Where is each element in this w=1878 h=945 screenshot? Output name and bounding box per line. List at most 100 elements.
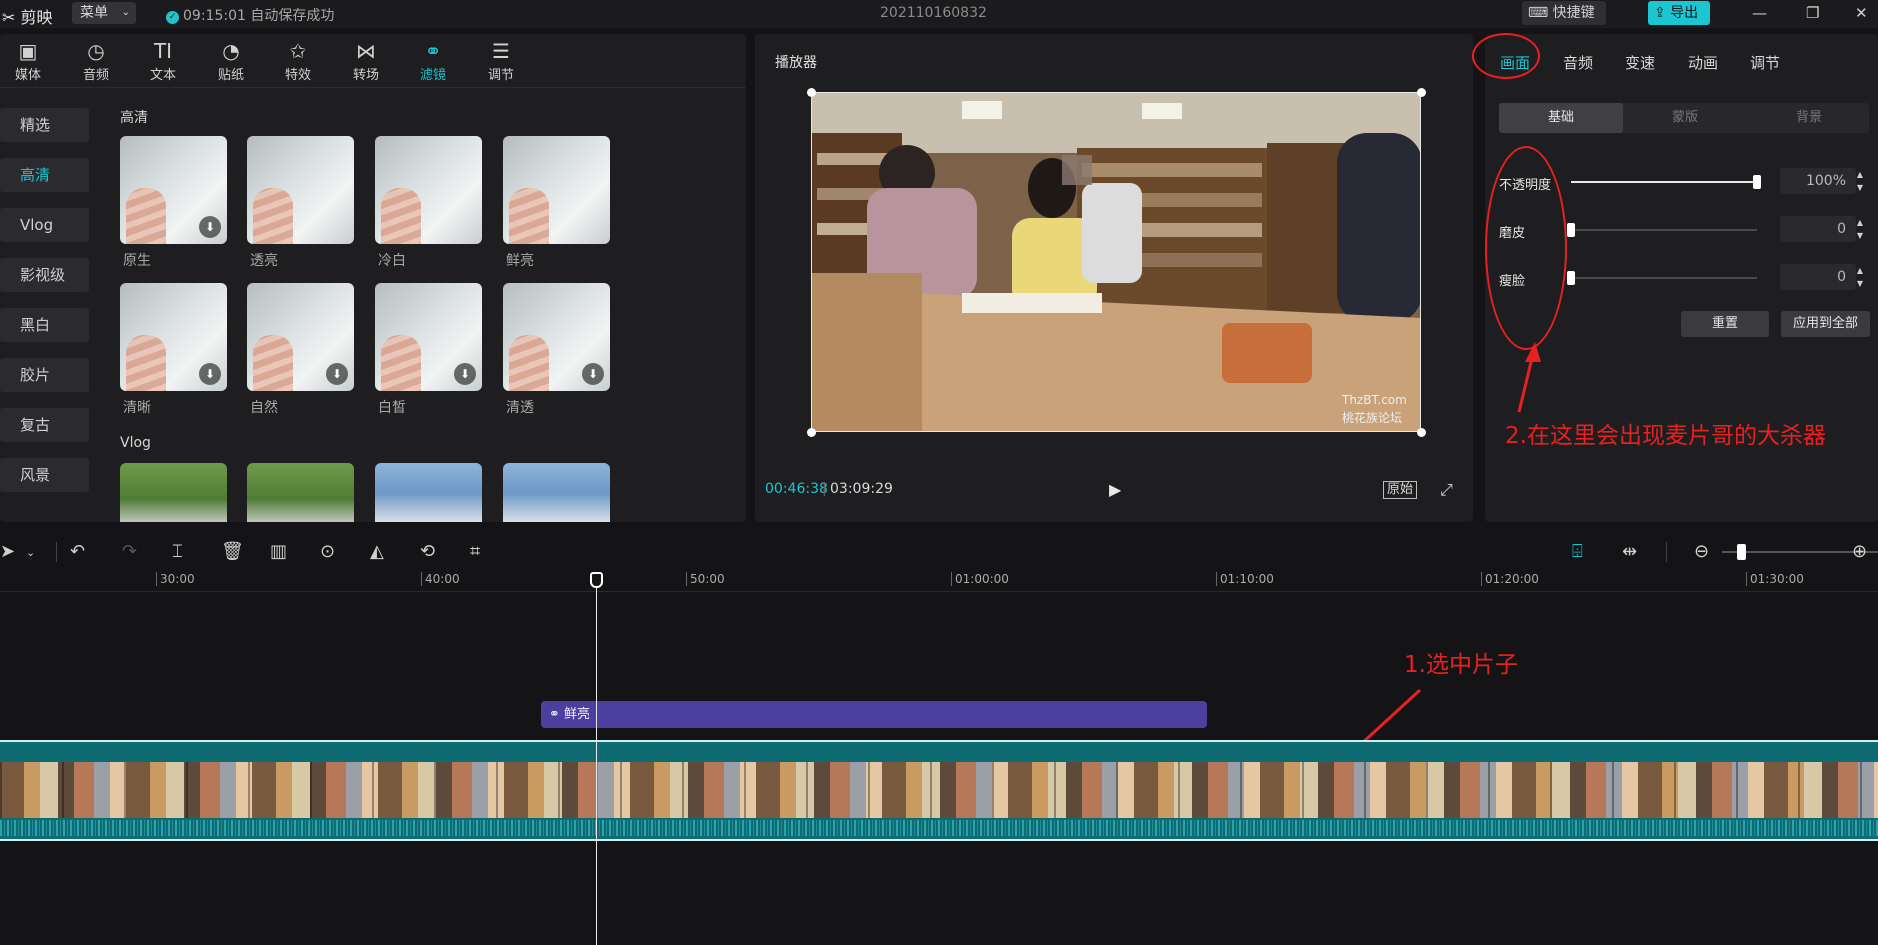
category-film[interactable]: 胶片 [0, 358, 89, 392]
filter-thumb[interactable]: ⬇ [120, 283, 227, 391]
reverse-play-icon[interactable]: ⊙ [320, 541, 335, 562]
shortcut-button[interactable]: ⌨ 快捷键 [1522, 1, 1606, 25]
download-icon[interactable]: ⬇ [454, 363, 476, 385]
slider-fill [1571, 181, 1757, 183]
stepper-icon[interactable]: ▲ ▼ [1853, 168, 1867, 194]
filter-thumb[interactable]: ⬇ [247, 283, 354, 391]
menu-button[interactable]: 菜单 ⌄ [72, 2, 136, 24]
category-bw[interactable]: 黑白 [0, 308, 89, 342]
split-icon[interactable]: ⌶ [172, 541, 183, 562]
tab-speed[interactable]: 变速 [1625, 52, 1655, 73]
download-icon[interactable]: ⬇ [326, 363, 348, 385]
filter-thumb[interactable]: ⬇ [503, 283, 610, 391]
mirror-icon[interactable]: ◭ [370, 541, 384, 562]
play-icon[interactable]: ▶ [1109, 480, 1121, 499]
stepper-icon[interactable]: ▲ ▼ [1853, 264, 1867, 290]
segment-background[interactable]: 背景 [1747, 103, 1871, 133]
thumbnail-dividers [0, 762, 1878, 818]
slim-face-slider[interactable] [1567, 271, 1757, 285]
download-icon[interactable]: ⬇ [199, 363, 221, 385]
playhead-handle[interactable] [590, 572, 603, 588]
time-ruler[interactable] [0, 570, 1878, 592]
minimize-icon[interactable]: — [1752, 4, 1767, 22]
segment-basic[interactable]: 基础 [1499, 103, 1623, 133]
category-landscape[interactable]: 风景 [0, 458, 89, 492]
category-retro[interactable]: 复古 [0, 408, 89, 442]
zoom-thumb[interactable] [1737, 544, 1746, 560]
delete-icon[interactable]: 🗑 [221, 541, 244, 562]
tab-inspector-audio[interactable]: 音频 [1563, 52, 1593, 73]
text-icon: TI [153, 39, 173, 63]
app-logo: ✂ 剪映 [2, 4, 53, 28]
chevron-down-icon[interactable]: ⌄ [26, 546, 35, 559]
tab-sticker[interactable]: ◔ 贴纸 [203, 38, 259, 83]
resize-handle[interactable] [1417, 88, 1426, 97]
audio-waveform [0, 820, 1878, 836]
freeze-frame-icon[interactable]: ▥ [270, 541, 287, 562]
category-featured[interactable]: 精选 [0, 108, 89, 142]
category-cinematic[interactable]: 影视级 [0, 258, 89, 292]
filter-label: 透亮 [250, 253, 278, 269]
zoom-out-icon[interactable]: ⊖ [1694, 541, 1709, 562]
resize-handle[interactable] [1417, 428, 1426, 437]
filter-thumb[interactable] [503, 463, 610, 523]
tab-inspector-adjust[interactable]: 调节 [1750, 52, 1780, 73]
filter-thumb[interactable]: ⬇ [120, 136, 227, 244]
tab-effects[interactable]: ✩ 特效 [270, 38, 326, 83]
slider-thumb[interactable] [1567, 223, 1575, 237]
ratio-original-button[interactable]: 原始 [1383, 481, 1418, 499]
filter-label: 清透 [506, 400, 534, 416]
filter-thumb[interactable] [375, 463, 482, 523]
category-hd[interactable]: 高清 [0, 158, 89, 192]
slider-thumb[interactable] [1567, 271, 1575, 285]
tab-text[interactable]: TI 文本 [135, 38, 191, 83]
crop-icon[interactable]: ⌗ [470, 541, 480, 562]
annotation-note-1: 1.选中片子 [1404, 652, 1518, 678]
fullscreen-icon[interactable]: ⤢ [1440, 480, 1453, 500]
smooth-skin-slider[interactable] [1567, 223, 1757, 237]
slider-thumb[interactable] [1753, 175, 1761, 189]
slim-face-value[interactable]: 0 [1780, 264, 1856, 290]
filter-clip[interactable]: ⚭ 鲜亮 [541, 701, 1207, 728]
filter-thumb[interactable] [503, 136, 610, 244]
snap-icon[interactable]: ⌹ [1572, 541, 1583, 562]
tab-animation[interactable]: 动画 [1688, 52, 1718, 73]
link-icon[interactable]: ⇹ [1622, 541, 1637, 562]
zoom-in-icon[interactable]: ⊕ [1852, 541, 1867, 562]
filter-label: 原生 [123, 253, 151, 269]
menu-label: 菜单 [80, 5, 108, 21]
cursor-select-icon[interactable]: ➤ [0, 541, 15, 562]
playhead[interactable] [596, 574, 597, 945]
video-preview[interactable]: ThzBT.com 桃花族论坛 [811, 92, 1421, 432]
category-vlog[interactable]: Vlog [0, 208, 89, 242]
close-icon[interactable]: ✕ [1855, 4, 1868, 22]
download-icon[interactable]: ⬇ [582, 363, 604, 385]
resize-handle[interactable] [807, 428, 816, 437]
maximize-icon[interactable]: ❐ [1806, 4, 1819, 22]
export-button[interactable]: ⇪ 导出 [1648, 1, 1710, 25]
download-icon[interactable]: ⬇ [199, 216, 221, 238]
redo-icon[interactable]: ↷ [122, 541, 137, 562]
tab-filter[interactable]: ⚭ 滤镜 [405, 38, 461, 83]
rotate-icon[interactable]: ⟲ [420, 541, 435, 562]
tab-audio[interactable]: ◷ 音频 [68, 38, 124, 83]
filter-thumb[interactable] [120, 463, 227, 523]
filter-thumb[interactable] [375, 136, 482, 244]
filter-thumb[interactable]: ⬇ [375, 283, 482, 391]
apply-all-button[interactable]: 应用到全部 [1781, 311, 1870, 337]
filter-thumb[interactable] [247, 136, 354, 244]
undo-icon[interactable]: ↶ [70, 541, 85, 562]
tab-transition[interactable]: ⋈ 转场 [338, 38, 394, 83]
reset-button[interactable]: 重置 [1681, 311, 1769, 337]
tab-adjust[interactable]: ☰ 调节 [473, 38, 529, 83]
resize-handle[interactable] [807, 88, 816, 97]
smooth-skin-value[interactable]: 0 [1780, 216, 1856, 242]
ruler-tick [1746, 572, 1747, 586]
opacity-value[interactable]: 100% [1780, 168, 1856, 194]
current-time: 00:46:38 [765, 481, 828, 497]
stepper-icon[interactable]: ▲ ▼ [1853, 216, 1867, 242]
segment-mask[interactable]: 蒙版 [1623, 103, 1747, 133]
filter-thumb[interactable] [247, 463, 354, 523]
tab-media[interactable]: ▣ 媒体 [0, 38, 56, 83]
opacity-slider[interactable] [1571, 175, 1761, 189]
